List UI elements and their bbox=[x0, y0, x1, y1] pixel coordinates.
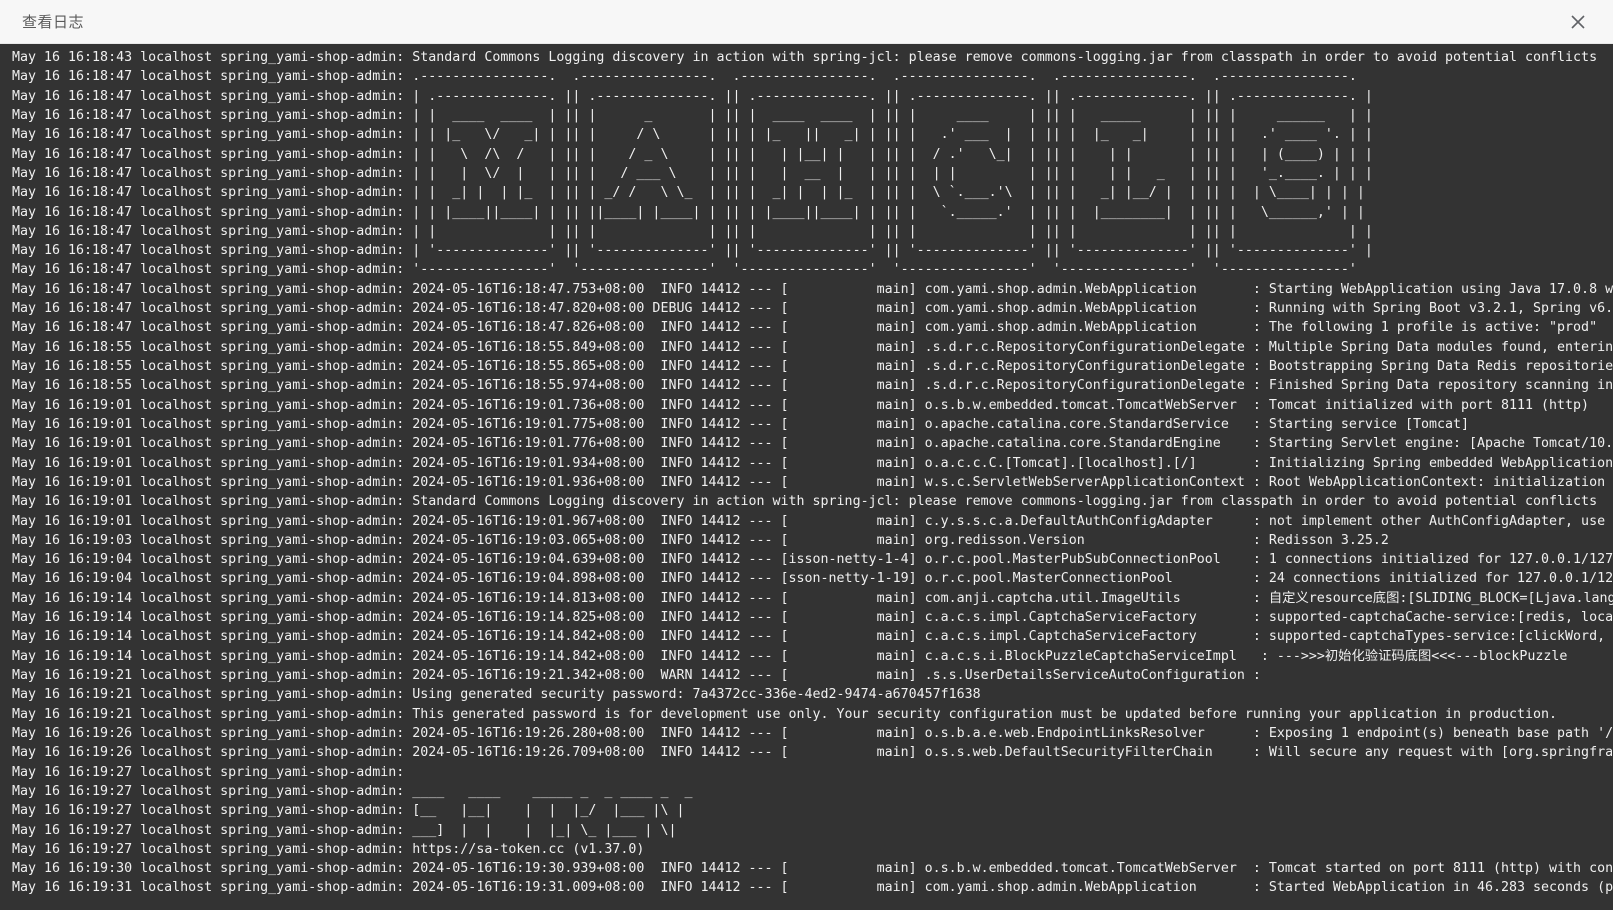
log-line: May 16 16:18:47 localhost spring_yami-sh… bbox=[0, 87, 1613, 106]
log-line: May 16 16:18:55 localhost spring_yami-sh… bbox=[0, 338, 1613, 357]
log-line: May 16 16:18:47 localhost spring_yami-sh… bbox=[0, 260, 1613, 279]
log-line: May 16 16:19:14 localhost spring_yami-sh… bbox=[0, 647, 1613, 666]
close-icon[interactable] bbox=[1565, 9, 1591, 35]
log-line: May 16 16:19:14 localhost spring_yami-sh… bbox=[0, 608, 1613, 627]
log-line: May 16 16:19:21 localhost spring_yami-sh… bbox=[0, 685, 1613, 704]
log-output-panel[interactable]: May 16 16:18:43 localhost spring_yami-sh… bbox=[0, 44, 1613, 910]
log-scroll-area[interactable]: May 16 16:18:43 localhost spring_yami-sh… bbox=[0, 48, 1613, 910]
log-line: May 16 16:18:47 localhost spring_yami-sh… bbox=[0, 203, 1613, 222]
log-line: May 16 16:18:47 localhost spring_yami-sh… bbox=[0, 222, 1613, 241]
log-line: May 16 16:18:47 localhost spring_yami-sh… bbox=[0, 299, 1613, 318]
log-line: May 16 16:18:55 localhost spring_yami-sh… bbox=[0, 376, 1613, 395]
log-line: May 16 16:18:55 localhost spring_yami-sh… bbox=[0, 357, 1613, 376]
log-line: May 16 16:19:27 localhost spring_yami-sh… bbox=[0, 840, 1613, 859]
log-line: May 16 16:19:01 localhost spring_yami-sh… bbox=[0, 415, 1613, 434]
log-line: May 16 16:19:26 localhost spring_yami-sh… bbox=[0, 724, 1613, 743]
log-line: May 16 16:19:01 localhost spring_yami-sh… bbox=[0, 512, 1613, 531]
log-line: May 16 16:19:01 localhost spring_yami-sh… bbox=[0, 396, 1613, 415]
log-viewer-dialog: 查看日志 May 16 16:18:43 localhost spring_ya… bbox=[0, 0, 1613, 910]
log-line: May 16 16:19:04 localhost spring_yami-sh… bbox=[0, 550, 1613, 569]
log-line: May 16 16:19:27 localhost spring_yami-sh… bbox=[0, 782, 1613, 801]
log-line: May 16 16:18:47 localhost spring_yami-sh… bbox=[0, 164, 1613, 183]
log-line: May 16 16:19:03 localhost spring_yami-sh… bbox=[0, 531, 1613, 550]
log-line: May 16 16:18:47 localhost spring_yami-sh… bbox=[0, 67, 1613, 86]
log-line: May 16 16:19:01 localhost spring_yami-sh… bbox=[0, 434, 1613, 453]
log-line: May 16 16:19:01 localhost spring_yami-sh… bbox=[0, 454, 1613, 473]
log-line: May 16 16:18:47 localhost spring_yami-sh… bbox=[0, 145, 1613, 164]
page-title: 查看日志 bbox=[22, 11, 84, 32]
log-line: May 16 16:19:27 localhost spring_yami-sh… bbox=[0, 821, 1613, 840]
log-line: May 16 16:19:14 localhost spring_yami-sh… bbox=[0, 589, 1613, 608]
log-line: May 16 16:19:30 localhost spring_yami-sh… bbox=[0, 859, 1613, 878]
log-line: May 16 16:18:47 localhost spring_yami-sh… bbox=[0, 318, 1613, 337]
log-line: May 16 16:18:47 localhost spring_yami-sh… bbox=[0, 241, 1613, 260]
log-line: May 16 16:19:01 localhost spring_yami-sh… bbox=[0, 473, 1613, 492]
log-line: May 16 16:18:47 localhost spring_yami-sh… bbox=[0, 106, 1613, 125]
log-line: May 16 16:19:27 localhost spring_yami-sh… bbox=[0, 763, 1613, 782]
log-line: May 16 16:18:47 localhost spring_yami-sh… bbox=[0, 183, 1613, 202]
log-line: May 16 16:18:47 localhost spring_yami-sh… bbox=[0, 125, 1613, 144]
log-line: May 16 16:19:26 localhost spring_yami-sh… bbox=[0, 743, 1613, 762]
log-line: May 16 16:19:21 localhost spring_yami-sh… bbox=[0, 705, 1613, 724]
log-line: May 16 16:19:27 localhost spring_yami-sh… bbox=[0, 801, 1613, 820]
log-line: May 16 16:19:31 localhost spring_yami-sh… bbox=[0, 878, 1613, 897]
log-line: May 16 16:19:14 localhost spring_yami-sh… bbox=[0, 627, 1613, 646]
log-line: May 16 16:19:21 localhost spring_yami-sh… bbox=[0, 666, 1613, 685]
log-line: May 16 16:19:01 localhost spring_yami-sh… bbox=[0, 492, 1613, 511]
log-line: May 16 16:19:04 localhost spring_yami-sh… bbox=[0, 569, 1613, 588]
log-line: May 16 16:18:43 localhost spring_yami-sh… bbox=[0, 48, 1613, 67]
log-line: May 16 16:18:47 localhost spring_yami-sh… bbox=[0, 280, 1613, 299]
dialog-header: 查看日志 bbox=[0, 0, 1613, 44]
